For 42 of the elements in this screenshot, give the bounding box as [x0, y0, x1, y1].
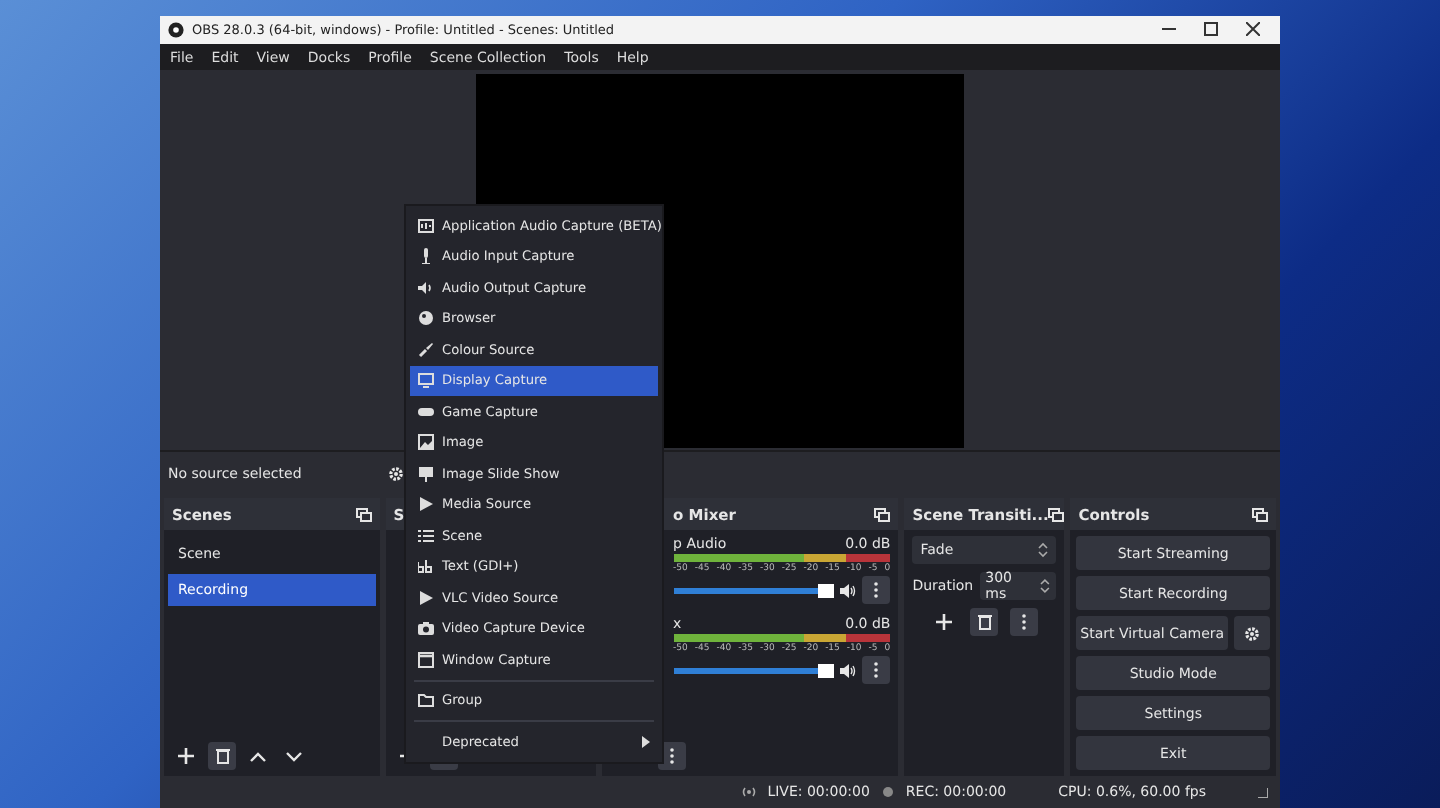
undock-icon[interactable]	[874, 507, 891, 522]
undock-icon[interactable]	[1048, 507, 1065, 522]
audio-app-icon	[418, 217, 434, 234]
play-icon	[418, 589, 434, 606]
chevron-down-icon[interactable]	[286, 751, 302, 762]
microphone-icon	[418, 248, 434, 265]
camera-icon	[418, 620, 434, 637]
resize-grip-icon	[1258, 787, 1268, 798]
more-options-icon[interactable]	[1022, 614, 1027, 631]
folder-icon	[418, 692, 434, 709]
speaker-icon[interactable]	[840, 583, 857, 598]
brush-icon	[418, 341, 434, 358]
add-icon[interactable]	[936, 614, 953, 631]
broadcast-icon	[741, 786, 756, 799]
recording-icon	[881, 786, 894, 799]
slideshow-icon	[418, 465, 434, 482]
list-icon	[418, 527, 434, 544]
undock-icon[interactable]	[355, 507, 372, 522]
more-options-icon[interactable]	[669, 748, 674, 765]
settings-icon[interactable]	[1244, 625, 1260, 642]
monitor-icon	[418, 372, 434, 389]
chevron-up-icon[interactable]	[250, 751, 266, 762]
settings-icon[interactable]	[388, 465, 404, 482]
close-icon[interactable]	[1246, 22, 1260, 37]
add-icon[interactable]	[178, 748, 194, 765]
speaker-icon[interactable]	[840, 663, 857, 678]
more-options-icon[interactable]	[874, 662, 879, 679]
slider-handle[interactable]	[818, 583, 835, 598]
up-down-arrows-icon	[1038, 542, 1049, 559]
window-icon	[418, 651, 434, 668]
more-options-icon[interactable]	[874, 582, 879, 599]
text-icon	[418, 558, 434, 575]
speaker-icon	[418, 279, 434, 296]
trash-icon[interactable]	[215, 748, 229, 765]
trash-icon[interactable]	[977, 614, 992, 631]
app-logo-icon	[168, 21, 184, 38]
undock-icon[interactable]	[1252, 507, 1268, 522]
slider-handle[interactable]	[818, 663, 835, 678]
maximize-icon[interactable]	[1204, 22, 1218, 37]
picture-icon	[418, 434, 434, 451]
play-icon	[418, 496, 434, 513]
up-down-arrows-icon	[1040, 578, 1051, 595]
